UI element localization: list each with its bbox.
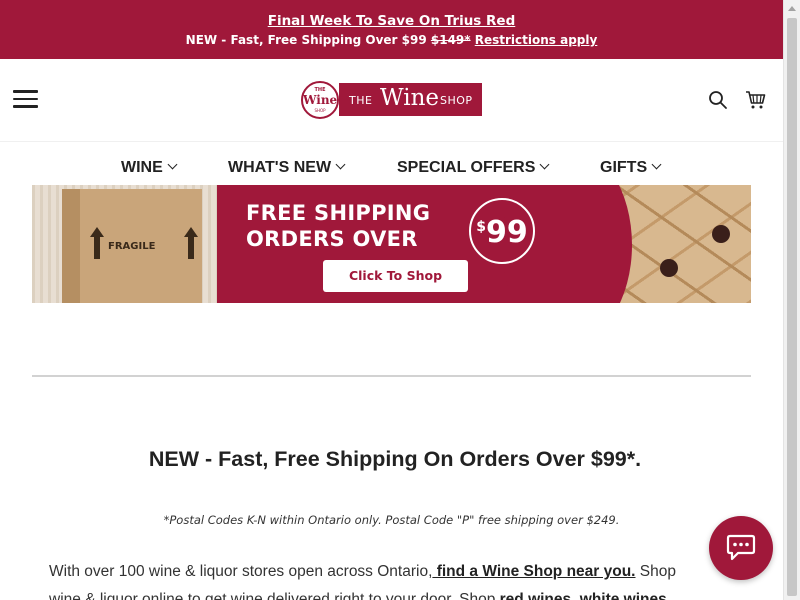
badge-amount: 99 [486, 215, 528, 250]
banner-box-image: FRAGILE [32, 185, 217, 303]
logo-word-shop: SHOP [440, 94, 473, 107]
chat-button[interactable] [709, 516, 773, 580]
logo-word-wine: Wine [380, 85, 440, 111]
promo-old-price: $149* [430, 33, 471, 47]
nav-item-label: SPECIAL OFFERS [397, 159, 536, 176]
para-text: Shop [635, 563, 677, 580]
banner-headline-line2: ORDERS OVER [246, 227, 418, 251]
chevron-down-icon [167, 159, 178, 170]
search-icon[interactable] [707, 89, 729, 111]
chevron-down-icon [539, 159, 550, 170]
nav-item-label: WINE [121, 159, 163, 176]
banner-headline: FREE SHIPPING ORDERS OVER [246, 200, 430, 252]
logo-word-the: THE [349, 94, 373, 107]
scroll-up-arrow-icon[interactable] [788, 6, 796, 11]
price-badge: $99 [469, 198, 535, 264]
para-text: With over 100 wine & liquor stores open … [49, 563, 433, 580]
para-text: wine & liquor online to get wine deliver… [49, 591, 500, 600]
banner-headline-line1: FREE SHIPPING [246, 201, 431, 225]
chevron-down-icon [651, 159, 662, 170]
promo-shipping-prefix: NEW - Fast, Free Shipping Over $99 [185, 33, 427, 47]
nav-item-label: WHAT'S NEW [228, 159, 332, 176]
chat-icon [726, 534, 756, 561]
site-logo[interactable]: THE Wine SHOP THE Wine SHOP [301, 81, 482, 119]
nav-item-gifts[interactable]: GIFTS [600, 159, 662, 177]
para-separator: , [571, 591, 580, 600]
promo-shipping-text: NEW - Fast, Free Shipping Over $99 $149*… [0, 33, 783, 47]
nav-item-wine[interactable]: WINE [121, 159, 178, 177]
chevron-down-icon [335, 159, 346, 170]
logo-circle: THE Wine SHOP [301, 81, 339, 119]
nav-item-label: GIFTS [600, 159, 648, 176]
logo-circle-wine: Wine [303, 93, 338, 107]
logo-wordmark: THE Wine SHOP [339, 83, 482, 116]
site-header: THE Wine SHOP THE Wine SHOP [0, 59, 783, 142]
promo-title-link[interactable]: Final Week To Save On Trius Red [0, 13, 783, 29]
logo-circle-shop: SHOP [314, 108, 326, 113]
click-to-shop-button[interactable]: Click To Shop [323, 260, 468, 292]
page-scrollbar[interactable] [783, 0, 800, 600]
fragile-label: FRAGILE [108, 241, 156, 252]
shipping-headline: NEW - Fast, Free Shipping On Orders Over… [148, 447, 642, 471]
nav-item-whats-new[interactable]: WHAT'S NEW [228, 159, 346, 177]
intro-paragraph: With over 100 wine & liquor stores open … [49, 558, 739, 600]
cart-icon[interactable] [745, 89, 767, 111]
postal-code-note: *Postal Codes K-N within Ontario only. P… [163, 513, 620, 527]
restrictions-link[interactable]: Restrictions apply [475, 33, 598, 47]
nav-item-special-offers[interactable]: SPECIAL OFFERS [397, 159, 550, 177]
promo-bar: Final Week To Save On Trius Red NEW - Fa… [0, 0, 783, 59]
find-wine-shop-link[interactable]: find a Wine Shop near you. [432, 563, 636, 580]
white-wines-link[interactable]: white wines [580, 591, 667, 600]
hamburger-icon[interactable] [13, 90, 38, 108]
section-divider [32, 375, 751, 377]
badge-dollar: $ [476, 219, 486, 235]
red-wines-link[interactable]: red wines [500, 591, 572, 600]
main-nav: WINE WHAT'S NEW SPECIAL OFFERS GIFTS [0, 143, 783, 185]
scrollbar-thumb[interactable] [787, 18, 797, 596]
shipping-box-graphic: FRAGILE [62, 189, 202, 303]
free-shipping-banner[interactable]: FRAGILE FREE SHIPPING ORDERS OVER $99 Cl… [32, 185, 751, 303]
